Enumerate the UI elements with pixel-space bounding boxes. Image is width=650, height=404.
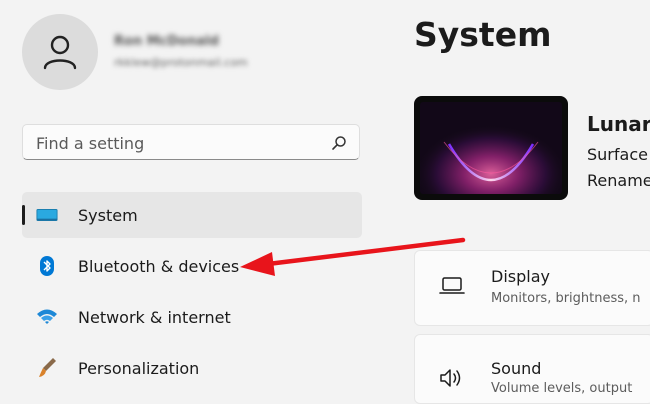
sidebar-item-network-internet[interactable]: Network & internet [22,294,362,340]
wifi-icon [36,307,58,327]
card-title: Sound [491,359,542,378]
card-subtitle: Volume levels, output [491,381,633,396]
card-title: Display [491,267,550,286]
paintbrush-icon [36,358,58,378]
user-name: Ron McDonald [114,34,219,49]
settings-card-display[interactable]: Display Monitors, brightness, n [414,250,650,326]
sidebar-item-bluetooth-devices[interactable]: Bluetooth & devices [22,243,362,289]
settings-card-sound[interactable]: Sound Volume levels, output [414,334,650,404]
wallpaper-image [420,102,562,194]
user-avatar[interactable] [22,14,98,90]
search-input[interactable]: Find a setting [22,124,360,160]
bluetooth-icon [36,256,58,276]
device-model: Surface [587,145,648,164]
search-placeholder: Find a setting [36,134,145,153]
device-name: Lunari [587,112,650,136]
sidebar-item-system[interactable]: System [22,192,362,238]
speaker-icon [440,369,461,387]
sidebar-item-label: Bluetooth & devices [78,257,240,276]
sidebar-item-personalization[interactable]: Personalization [22,345,362,391]
active-indicator [22,205,25,225]
page-title: System [414,15,552,54]
laptop-icon [439,277,465,294]
search-icon[interactable] [331,135,347,151]
person-icon [43,35,77,70]
sidebar-item-label: Personalization [78,359,200,378]
user-email: rkklew@protonmail.com [114,56,248,69]
sidebar-item-label: Network & internet [78,308,231,327]
device-thumbnail [414,96,568,200]
card-subtitle: Monitors, brightness, n [491,291,641,306]
system-display-icon [36,205,58,225]
sidebar-item-label: System [78,206,138,225]
rename-link[interactable]: Rename [587,171,650,190]
